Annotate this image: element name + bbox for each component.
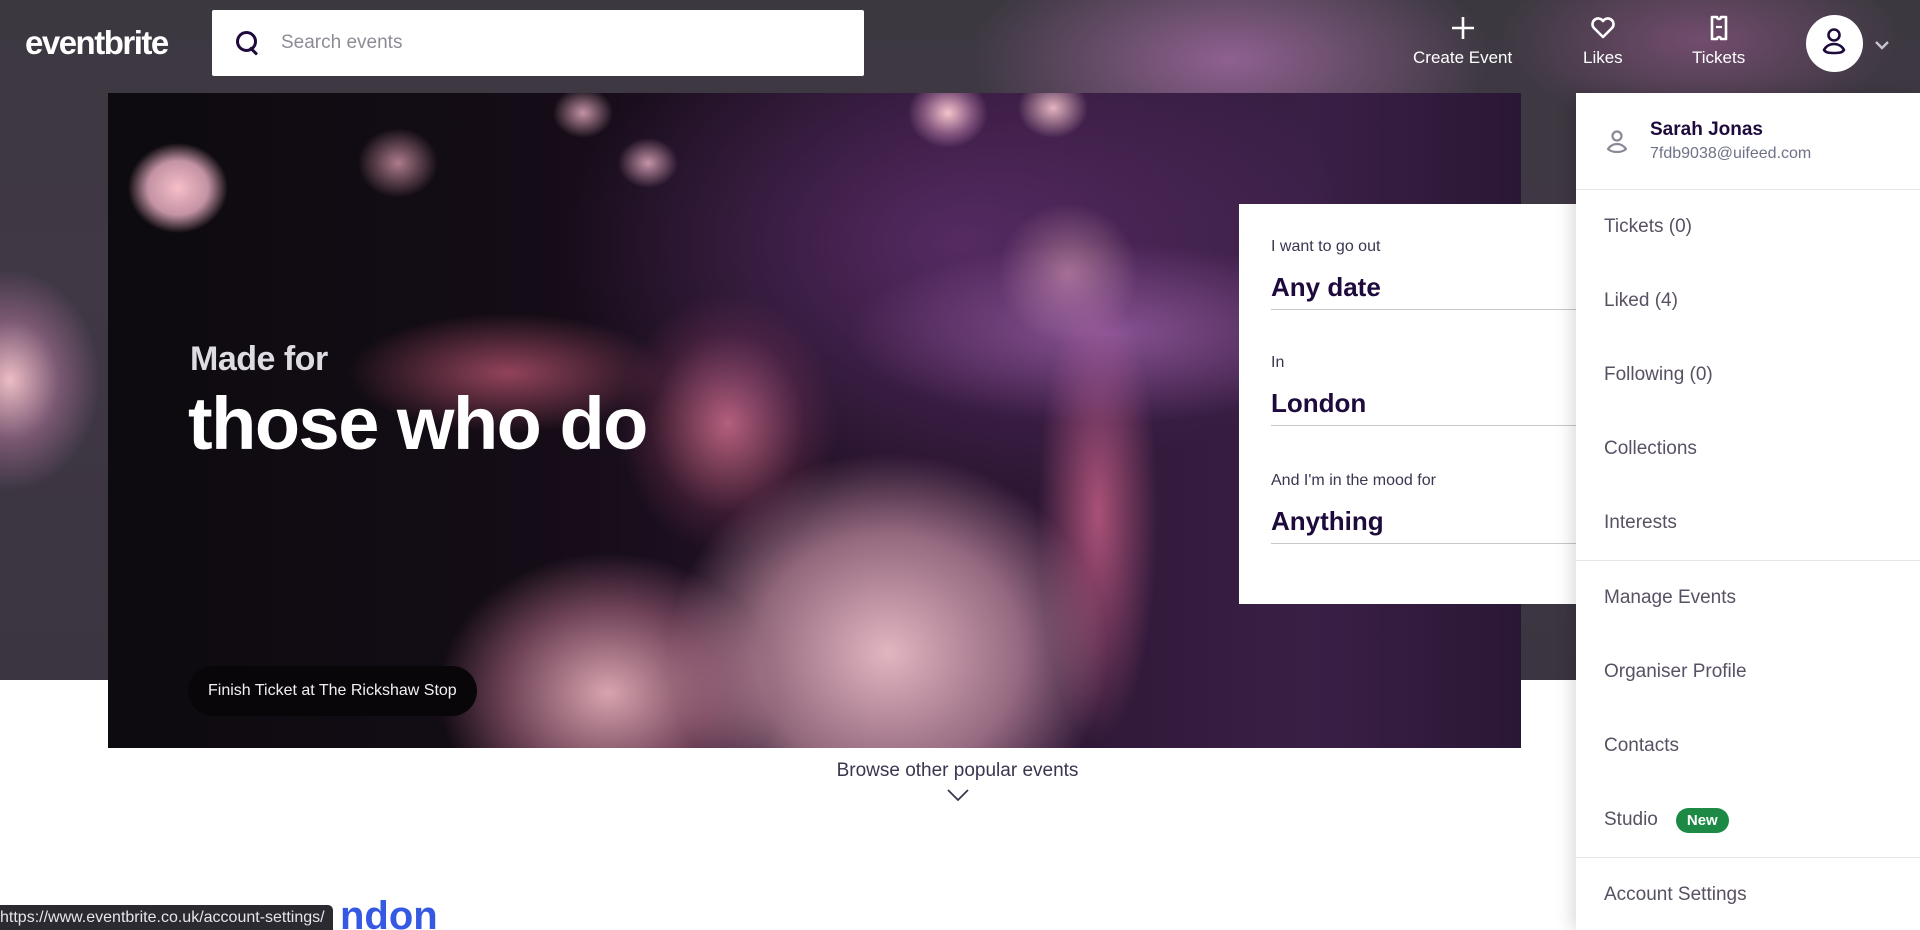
- menu-item-label: Following (0): [1604, 364, 1713, 385]
- tickets-button[interactable]: Tickets: [1692, 14, 1745, 68]
- menu-section-personal: Tickets (0) Liked (4) Following (0) Coll…: [1576, 190, 1920, 561]
- browse-popular-events-link[interactable]: Browse other popular events: [740, 760, 1175, 802]
- menu-item-label: Organiser Profile: [1604, 661, 1747, 682]
- section-heading: ndon: [340, 898, 438, 930]
- menu-item-following[interactable]: Following (0): [1576, 338, 1920, 412]
- search-icon: [235, 30, 261, 56]
- top-navigation: eventbrite Create Event Likes Tickets: [0, 0, 1920, 92]
- plus-icon: [1449, 14, 1477, 42]
- likes-button[interactable]: Likes: [1583, 14, 1623, 68]
- location-filter: In London: [1271, 354, 1584, 426]
- location-filter-label: In: [1271, 354, 1285, 371]
- menu-section-settings: Account Settings: [1576, 858, 1920, 930]
- menu-item-interests[interactable]: Interests: [1576, 486, 1920, 560]
- create-event-button[interactable]: Create Event: [1413, 14, 1512, 68]
- account-avatar-button[interactable]: [1806, 15, 1863, 72]
- menu-item-label: Collections: [1604, 438, 1697, 459]
- section-heading-text: ndon: [340, 898, 438, 930]
- menu-item-manage-events[interactable]: Manage Events: [1576, 561, 1920, 635]
- mood-filter-label: And I'm in the mood for: [1271, 472, 1436, 489]
- date-filter-label: I want to go out: [1271, 238, 1381, 255]
- menu-item-label: Liked (4): [1604, 290, 1678, 311]
- event-filter-card: I want to go out Any date In London And …: [1239, 204, 1584, 604]
- hero-title: those who do: [188, 382, 648, 465]
- menu-item-studio[interactable]: Studio New: [1576, 783, 1920, 857]
- user-icon: [1604, 128, 1630, 154]
- hero-subtitle: Made for: [190, 340, 328, 378]
- menu-item-label: Interests: [1604, 512, 1677, 533]
- hero-caption-pill[interactable]: Finish Ticket at The Rickshaw Stop: [188, 666, 477, 716]
- create-event-label: Create Event: [1413, 48, 1513, 67]
- menu-item-organiser-profile[interactable]: Organiser Profile: [1576, 635, 1920, 709]
- account-dropdown-menu: Sarah Jonas 7fdb9038@uifeed.com Tickets …: [1576, 93, 1920, 930]
- menu-item-label: Tickets (0): [1604, 216, 1692, 237]
- menu-item-label: Account Settings: [1604, 884, 1747, 905]
- location-filter-select[interactable]: London: [1271, 388, 1584, 426]
- chevron-down-icon[interactable]: [1874, 37, 1890, 55]
- browser-status-url: https://www.eventbrite.co.uk/account-set…: [0, 905, 333, 930]
- likes-label: Likes: [1583, 48, 1623, 67]
- menu-item-label: Contacts: [1604, 735, 1679, 756]
- eventbrite-logo[interactable]: eventbrite: [25, 24, 169, 62]
- mood-filter: And I'm in the mood for Anything: [1271, 472, 1584, 544]
- user-name: Sarah Jonas: [1650, 119, 1763, 140]
- new-badge: New: [1675, 807, 1729, 833]
- menu-item-label: Studio: [1604, 809, 1658, 830]
- heart-icon: [1589, 14, 1617, 42]
- browse-label: Browse other popular events: [836, 760, 1079, 781]
- menu-item-account-settings[interactable]: Account Settings: [1576, 858, 1920, 930]
- user-icon: [1820, 27, 1850, 60]
- menu-item-label: Manage Events: [1604, 587, 1737, 608]
- ticket-icon: [1705, 14, 1733, 42]
- account-user-info: Sarah Jonas 7fdb9038@uifeed.com: [1576, 93, 1920, 190]
- date-filter-select[interactable]: Any date: [1271, 272, 1584, 310]
- menu-item-liked[interactable]: Liked (4): [1576, 264, 1920, 338]
- mood-filter-select[interactable]: Anything: [1271, 506, 1584, 544]
- menu-item-contacts[interactable]: Contacts: [1576, 709, 1920, 783]
- user-email: 7fdb9038@uifeed.com: [1650, 145, 1812, 162]
- chevron-down-icon: [946, 789, 969, 802]
- date-filter: I want to go out Any date: [1271, 238, 1584, 310]
- search-input[interactable]: [281, 32, 841, 54]
- menu-section-organiser: Manage Events Organiser Profile Contacts…: [1576, 561, 1920, 858]
- tickets-label: Tickets: [1692, 48, 1746, 67]
- search-bar[interactable]: [212, 10, 864, 76]
- menu-item-collections[interactable]: Collections: [1576, 412, 1920, 486]
- menu-item-tickets[interactable]: Tickets (0): [1576, 190, 1920, 264]
